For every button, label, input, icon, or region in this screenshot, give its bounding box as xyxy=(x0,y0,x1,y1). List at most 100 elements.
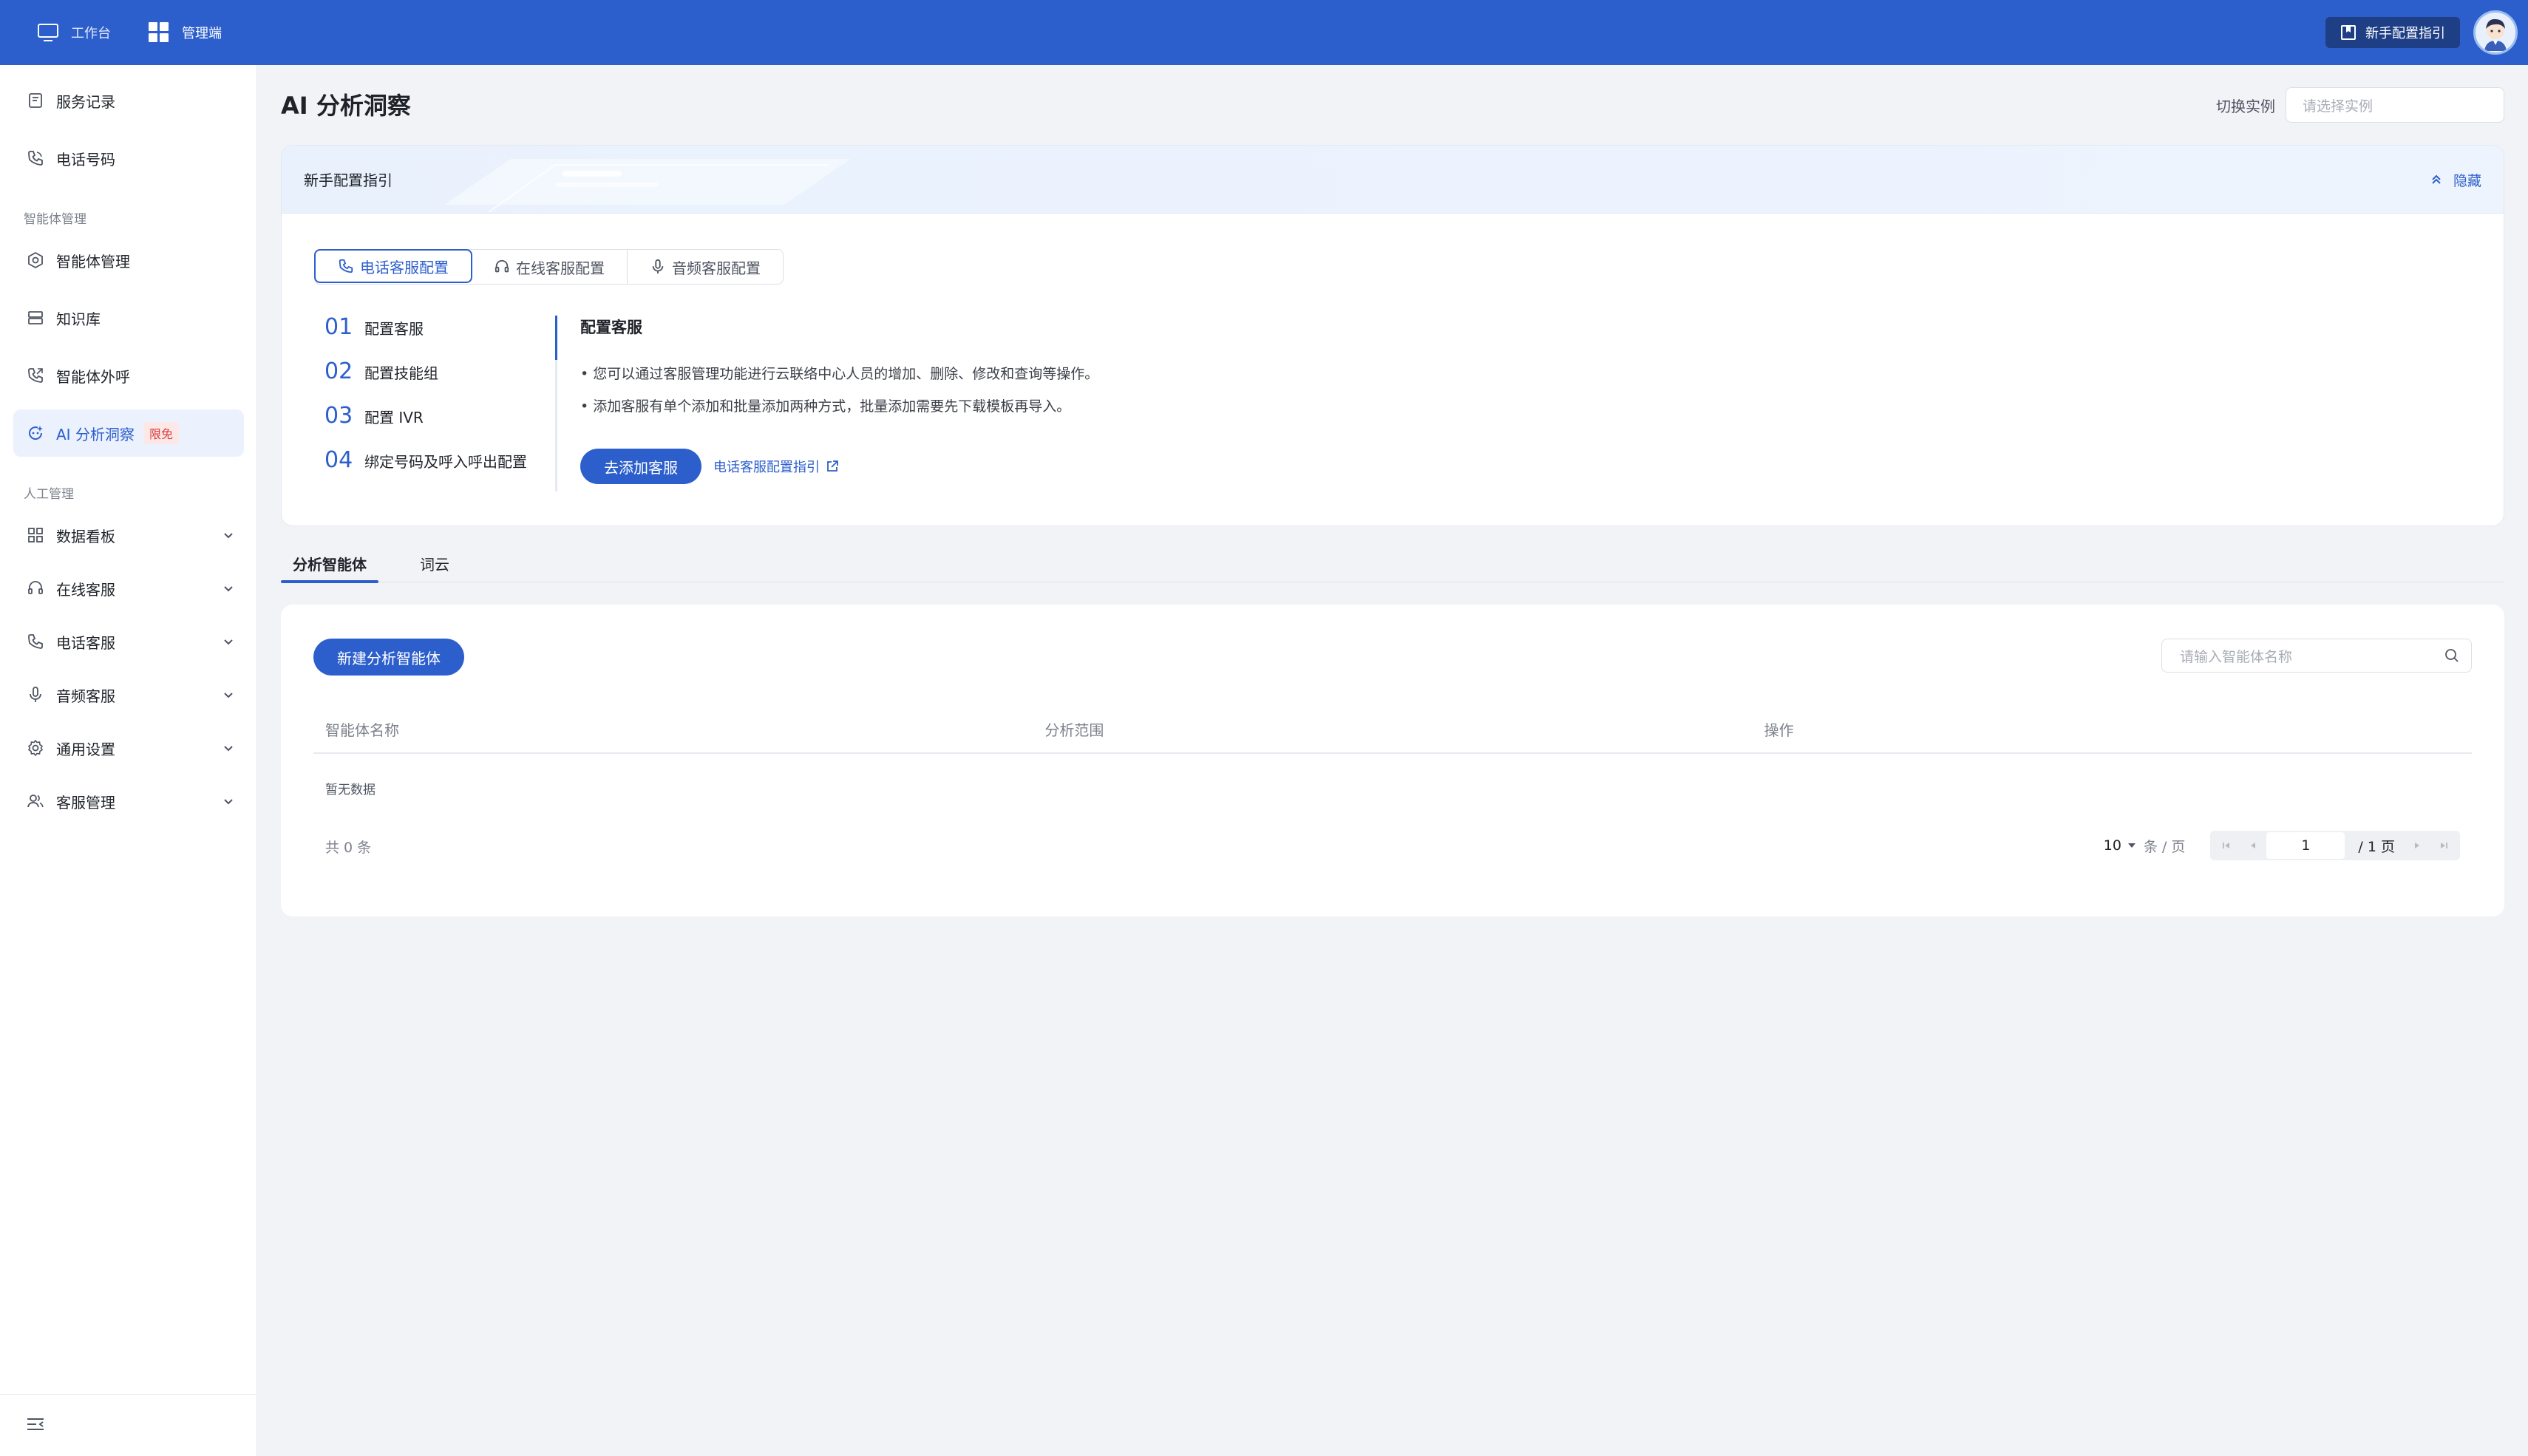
sidebar-item-dashboard[interactable]: 数据看板 xyxy=(13,511,244,559)
microphone-icon xyxy=(25,684,46,705)
sidebar-item-agent-management[interactable]: 智能体管理 xyxy=(13,237,244,284)
phone-config-guide-link[interactable]: 电话客服配置指引 xyxy=(713,457,839,476)
step-number: 02 xyxy=(325,358,353,384)
instance-select[interactable]: 请选择实例 xyxy=(2286,87,2504,123)
chevron-double-up-icon xyxy=(2430,173,2443,186)
tab-audio-config[interactable]: 音频客服配置 xyxy=(628,250,783,284)
sidebar-item-ai-insight[interactable]: AI 分析洞察 限免 xyxy=(13,409,244,457)
step-item[interactable]: 02 配置技能组 xyxy=(325,358,527,403)
step-detail-bullet: • 您可以通过客服管理功能进行云联络中心人员的增加、删除、修改和查询等操作。 xyxy=(580,366,1099,382)
sidebar-item-label: 知识库 xyxy=(56,310,101,328)
tab-workbench[interactable]: 工作台 xyxy=(37,0,111,65)
sidebar-footer xyxy=(0,1394,257,1456)
database-icon xyxy=(25,307,46,328)
ai-insight-icon xyxy=(25,423,46,443)
add-agent-button[interactable]: 去添加客服 xyxy=(580,449,701,484)
chevron-down-icon xyxy=(222,634,235,652)
sidebar: 服务记录 电话号码 智能体管理 智能体管理 知识库 智能体外呼 AI 分析洞察 … xyxy=(0,65,257,1456)
pagination: 10 条 / 页 1 / 1 页 xyxy=(2104,831,2460,860)
sidebar-item-label: 服务记录 xyxy=(56,92,115,111)
step-item[interactable]: 03 配置 IVR xyxy=(325,403,527,447)
step-number: 04 xyxy=(325,447,353,473)
hexagon-icon xyxy=(25,250,46,271)
guide-header: 新手配置指引 隐藏 xyxy=(282,146,2504,214)
content-tabs: 分析智能体 词云 xyxy=(281,553,2504,583)
step-progress-divider xyxy=(555,316,557,491)
page-size-select[interactable]: 10 条 / 页 xyxy=(2104,836,2186,856)
sidebar-item-audio-service[interactable]: 音频客服 xyxy=(13,671,244,718)
page-size-unit: 条 / 页 xyxy=(2143,838,2186,855)
sidebar-item-general-settings[interactable]: 通用设置 xyxy=(13,724,244,772)
sidebar-item-agent-admin[interactable]: 客服管理 xyxy=(13,778,244,825)
step-number: 01 xyxy=(325,314,353,340)
document-icon xyxy=(25,90,46,111)
sidebar-item-label: 电话号码 xyxy=(56,150,115,169)
sidebar-item-label: 电话客服 xyxy=(56,633,115,652)
sidebar-item-knowledge-base[interactable]: 知识库 xyxy=(13,294,244,341)
empty-state: 暂无数据 xyxy=(325,783,376,797)
external-link-icon xyxy=(826,460,839,473)
sidebar-item-phone-service[interactable]: 电话客服 xyxy=(13,618,244,665)
first-page-icon[interactable] xyxy=(2213,832,2240,859)
total-count: 共 0 条 xyxy=(325,840,372,856)
onboarding-guide-button[interactable]: 新手配置指引 xyxy=(2325,17,2460,48)
page-size-value: 10 xyxy=(2103,837,2121,854)
chevron-down-icon xyxy=(222,687,235,705)
prev-page-icon[interactable] xyxy=(2240,832,2266,859)
step-label: 配置 IVR xyxy=(364,409,424,426)
tab-phone-config[interactable]: 电话客服配置 xyxy=(314,249,472,283)
sidebar-item-label: 在线客服 xyxy=(56,580,115,599)
headset-icon xyxy=(494,259,510,275)
tab-phone-config-label: 电话客服配置 xyxy=(360,258,449,276)
sidebar-item-label: 客服管理 xyxy=(56,793,115,812)
sidebar-item-online-service[interactable]: 在线客服 xyxy=(13,565,244,612)
collapse-menu-icon[interactable] xyxy=(25,1415,46,1436)
users-icon xyxy=(25,791,46,812)
hide-guide-button[interactable]: 隐藏 xyxy=(2430,146,2481,214)
search-icon[interactable] xyxy=(2443,647,2461,664)
sidebar-item-agent-outbound[interactable]: 智能体外呼 xyxy=(13,352,244,399)
sidebar-item-label: 智能体外呼 xyxy=(56,367,130,386)
book-icon xyxy=(2340,24,2357,41)
sidebar-item-service-records[interactable]: 服务记录 xyxy=(13,77,244,124)
column-agent-name: 智能体名称 xyxy=(325,721,399,739)
instance-label: 切换实例 xyxy=(2216,97,2275,115)
grid-icon xyxy=(148,21,170,44)
tab-audio-config-label: 音频客服配置 xyxy=(672,259,761,277)
onboarding-guide-label: 新手配置指引 xyxy=(2365,26,2445,41)
caret-down-icon xyxy=(2127,842,2136,849)
avatar[interactable] xyxy=(2473,10,2518,55)
step-item[interactable]: 01 配置客服 xyxy=(325,314,527,358)
gear-icon xyxy=(25,738,46,758)
phone-config-guide-label: 电话客服配置指引 xyxy=(713,460,820,475)
sidebar-item-phone-numbers[interactable]: 电话号码 xyxy=(13,135,244,182)
new-analysis-agent-button[interactable]: 新建分析智能体 xyxy=(313,639,464,676)
tab-online-config[interactable]: 在线客服配置 xyxy=(472,250,628,284)
top-bar: 工作台 管理端 新手配置指引 xyxy=(0,0,2528,65)
monitor-icon xyxy=(37,23,59,42)
dashboard-icon xyxy=(25,525,46,545)
agent-list-card: 新建分析智能体 请输入智能体名称 智能体名称 分析范围 操作 暂无数据 共 0 … xyxy=(281,605,2504,916)
onboarding-guide-card: 新手配置指引 隐藏 电话客服配置 在线客服配置 音频客服配置 01 配置客服 0… xyxy=(281,145,2504,526)
step-detail-bullet: • 添加客服有单个添加和批量添加两种方式，批量添加需要先下载模板再导入。 xyxy=(580,398,1071,415)
tab-admin[interactable]: 管理端 xyxy=(148,0,222,65)
decorative-illustration-icon xyxy=(444,159,851,212)
instance-switcher: 切换实例 请选择实例 xyxy=(2216,87,2504,123)
step-number: 03 xyxy=(325,403,353,429)
agent-search-input[interactable]: 请输入智能体名称 xyxy=(2161,639,2472,673)
tab-word-cloud[interactable]: 词云 xyxy=(408,553,461,582)
sidebar-item-label: 通用设置 xyxy=(56,740,115,758)
phone-icon xyxy=(25,631,46,652)
tab-admin-label: 管理端 xyxy=(182,26,222,41)
next-page-icon[interactable] xyxy=(2404,832,2430,859)
guide-title: 新手配置指引 xyxy=(304,171,393,189)
page-number-input[interactable]: 1 xyxy=(2266,832,2345,859)
table-header: 智能体名称 分析范围 操作 xyxy=(313,705,2472,754)
sidebar-item-label: AI 分析洞察 xyxy=(56,425,135,443)
microphone-icon xyxy=(650,259,666,275)
column-analysis-scope: 分析范围 xyxy=(1044,721,1104,739)
last-page-icon[interactable] xyxy=(2430,832,2457,859)
step-item[interactable]: 04 绑定号码及呼入呼出配置 xyxy=(325,447,527,491)
total-pages: / 1 页 xyxy=(2358,838,2395,855)
tab-analysis-agents[interactable]: 分析智能体 xyxy=(281,553,378,583)
